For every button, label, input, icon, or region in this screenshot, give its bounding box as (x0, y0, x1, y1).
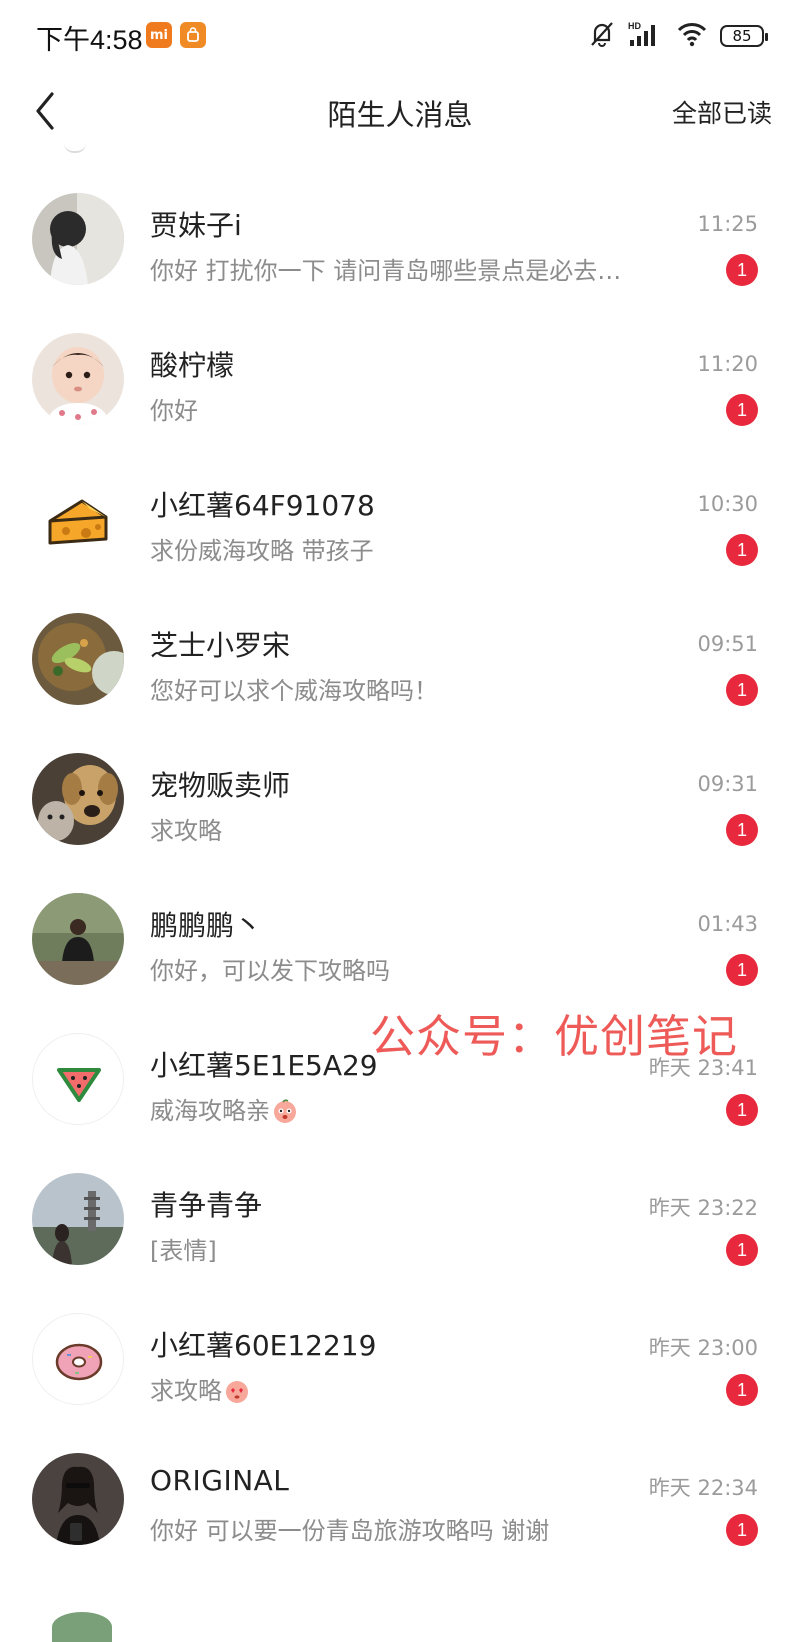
unread-badge: 1 (726, 1094, 758, 1126)
message-preview: 你好 (150, 397, 198, 425)
unread-badge: 1 (726, 534, 758, 566)
shop-app-icon (180, 22, 206, 48)
message-row[interactable]: 宠物贩卖师 09:31 求攻略 1 (0, 710, 800, 852)
message-row[interactable]: 贾妹子i 11:25 你好 打扰你一下 请问青岛哪些景点是必去… 1 (0, 150, 800, 292)
battery-icon: 85 (720, 25, 768, 47)
mute-bell-icon (588, 20, 616, 52)
message-row[interactable]: ORIGINAL 昨天 22:34 你好 可以要一份青岛旅游攻略吗 谢谢 1 (0, 1410, 800, 1552)
message-preview: 求攻略 (150, 817, 222, 845)
pagoda-photo-avatar (32, 1173, 124, 1265)
preview-text: 威海攻略亲 (150, 1097, 270, 1125)
wifi-icon (676, 20, 708, 52)
food-photo-avatar (32, 613, 124, 705)
baby-photo-avatar (32, 333, 124, 425)
preview-text: 求攻略 (150, 1377, 222, 1405)
unread-badge: 1 (726, 1374, 758, 1406)
message-row[interactable]: 小红薯60E12219 昨天 23:00 求攻略 1 (0, 1270, 800, 1412)
contact-name: 芝士小罗宋 (150, 629, 291, 662)
message-time: 11:25 (697, 212, 758, 236)
message-preview: 威海攻略亲 (150, 1091, 298, 1126)
cheese-avatar (32, 473, 124, 565)
watermark: 公众号：优创笔记 (370, 1010, 739, 1063)
message-row[interactable]: 芝士小罗宋 09:51 您好可以求个威海攻略吗！ 1 (0, 570, 800, 712)
message-preview: 您好可以求个威海攻略吗！ (150, 677, 438, 705)
watermelon-avatar (32, 1033, 124, 1125)
unread-badge: 1 (726, 814, 758, 846)
unread-badge: 1 (726, 1514, 758, 1546)
message-preview: 你好，可以发下攻略吗 (150, 957, 390, 985)
message-time: 10:30 (697, 492, 758, 516)
contact-name: 鹏鹏鹏丶 (150, 909, 263, 942)
selfie-photo-avatar (32, 1453, 124, 1545)
photo-avatar (32, 193, 124, 285)
message-preview: 你好 可以要一份青岛旅游攻略吗 谢谢 (150, 1517, 550, 1545)
mark-all-read-button[interactable]: 全部已读 (672, 94, 772, 130)
contact-name: ORIGINAL (150, 1464, 290, 1497)
dog-cat-photo-avatar (32, 753, 124, 845)
unread-badge: 1 (726, 674, 758, 706)
contact-name: 小红薯5E1E5A29 (150, 1049, 378, 1082)
message-time: 昨天 22:34 (648, 1476, 758, 1500)
contact-name: 小红薯64F91078 (150, 489, 375, 522)
mi-app-icon: mi (146, 22, 172, 48)
hd-signal-icon: HD (628, 20, 664, 52)
unread-badge: 1 (726, 1234, 758, 1266)
message-time: 11:20 (697, 352, 758, 376)
message-row[interactable]: 鹏鹏鹏丶 01:43 你好，可以发下攻略吗 1 (0, 850, 800, 992)
message-row[interactable]: 小红薯64F91078 10:30 求份威海攻略 带孩子 1 (0, 430, 800, 572)
peach-emoji (272, 1098, 298, 1124)
message-time: 01:43 (697, 912, 758, 936)
message-time: 昨天 23:22 (648, 1196, 758, 1220)
donut-avatar (32, 1313, 124, 1405)
heart-eyes-emoji (224, 1378, 250, 1404)
nav-bar: 陌生人消息 全部已读 (0, 72, 800, 150)
message-time: 09:51 (697, 632, 758, 656)
message-row[interactable]: 青争青争 昨天 23:22 [表情] 1 (0, 1130, 800, 1272)
contact-name: 小红薯60E12219 (150, 1329, 377, 1362)
message-time: 09:31 (697, 772, 758, 796)
contact-name: 贾妹子i (150, 209, 242, 242)
message-row[interactable]: 酸柠檬 11:20 你好 1 (0, 290, 800, 432)
contact-name: 酸柠檬 (150, 349, 235, 382)
message-time: 昨天 23:00 (648, 1336, 758, 1360)
person-photo-avatar (32, 893, 124, 985)
message-preview: 求攻略 (150, 1371, 250, 1406)
status-bar: 下午4:58 mi HD 85 (0, 0, 800, 72)
contact-name: 宠物贩卖师 (150, 769, 291, 802)
message-preview: 求份威海攻略 带孩子 (150, 537, 374, 565)
svg-text:HD: HD (628, 21, 641, 31)
unread-badge: 1 (726, 254, 758, 286)
next-avatar-peek (52, 1612, 112, 1642)
unread-badge: 1 (726, 394, 758, 426)
status-icons: HD 85 (588, 16, 768, 56)
message-preview: 你好 打扰你一下 请问青岛哪些景点是必去… (150, 257, 622, 285)
contact-name: 青争青争 (150, 1189, 263, 1222)
message-preview: [表情] (150, 1237, 217, 1265)
status-time: 下午4:58 (36, 25, 143, 55)
unread-badge: 1 (726, 954, 758, 986)
